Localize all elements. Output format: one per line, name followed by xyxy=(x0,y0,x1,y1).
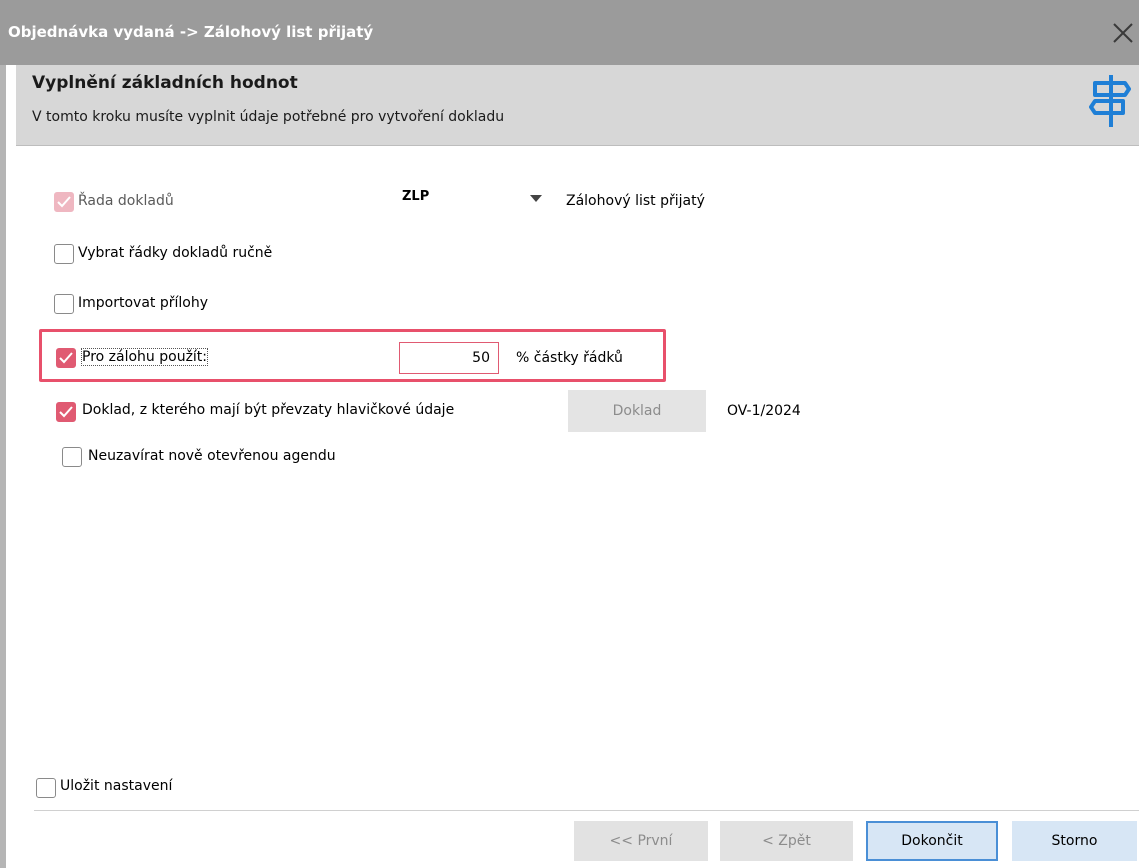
vybrat-radky-label: Vybrat řádky dokladů ručně xyxy=(78,245,273,261)
footer-divider xyxy=(34,810,1139,811)
close-icon[interactable] xyxy=(1106,16,1139,49)
wizard-header: Vyplnění základních hodnot V tomto kroku… xyxy=(16,65,1139,146)
ulozit-nastaveni-label: Uložit nastavení xyxy=(60,778,173,794)
rada-dokladu-checkbox[interactable] xyxy=(54,192,74,212)
doklad-value: OV-1/2024 xyxy=(727,403,801,419)
back-button[interactable]: < Zpět xyxy=(720,821,853,861)
pro-zalohu-checkbox[interactable] xyxy=(56,348,76,368)
vybrat-radky-checkbox[interactable] xyxy=(54,244,74,264)
pro-zalohu-label: Pro zálohu použít: xyxy=(80,348,209,366)
ulozit-nastaveni-checkbox[interactable] xyxy=(36,778,56,798)
importovat-prilohy-label: Importovat přílohy xyxy=(78,295,208,311)
neuzavirat-label: Neuzavírat nově otevřenou agendu xyxy=(88,448,336,464)
window-title: Objednávka vydaná -> Zálohový list přija… xyxy=(8,23,374,41)
doklad-button[interactable]: Doklad xyxy=(568,390,706,432)
rada-dokladu-description: Zálohový list přijatý xyxy=(566,193,705,209)
page-title: Vyplnění základních hodnot xyxy=(32,73,298,93)
doklad-hlavicka-label: Doklad, z kterého mají být převzaty hlav… xyxy=(82,402,455,418)
rada-dokladu-select[interactable]: ZLP xyxy=(396,186,556,212)
pro-zalohu-input[interactable] xyxy=(399,342,499,374)
importovat-prilohy-checkbox[interactable] xyxy=(54,294,74,314)
neuzavirat-checkbox[interactable] xyxy=(62,447,82,467)
finish-button[interactable]: Dokončit xyxy=(866,821,998,861)
signpost-icon xyxy=(1089,75,1131,127)
window-left-border xyxy=(0,65,6,868)
first-button[interactable]: << První xyxy=(574,821,708,861)
doklad-hlavicka-checkbox[interactable] xyxy=(56,402,76,422)
pro-zalohu-unit: % částky řádků xyxy=(516,350,623,366)
window-titlebar: Objednávka vydaná -> Zálohový list přija… xyxy=(0,0,1139,65)
cancel-button[interactable]: Storno xyxy=(1012,821,1137,861)
rada-dokladu-value: ZLP xyxy=(402,189,430,204)
chevron-down-icon xyxy=(530,195,542,202)
rada-dokladu-label: Řada dokladů xyxy=(78,193,174,209)
page-subtitle: V tomto kroku musíte vyplnit údaje potře… xyxy=(32,109,505,125)
